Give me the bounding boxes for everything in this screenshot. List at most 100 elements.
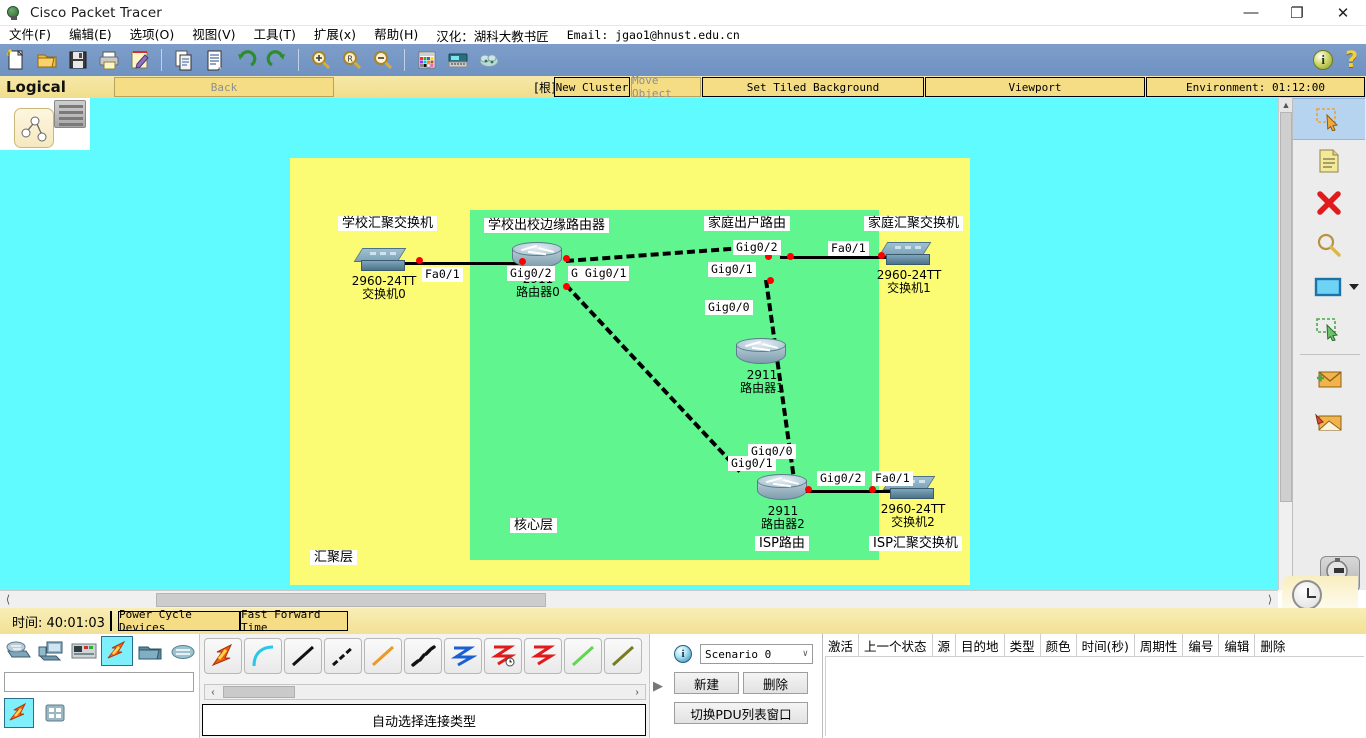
home-aggregation-switch[interactable]: 2960-24TT 交换机1 [877,242,941,295]
horizontal-scroll-track[interactable] [16,592,1262,608]
connections-scroll-right[interactable]: › [629,687,645,698]
minimize-button[interactable]: — [1228,0,1274,26]
redo-icon[interactable] [262,46,291,74]
copper-straight-icon[interactable] [284,638,322,674]
power-cycle-devices-button[interactable]: Power Cycle Devices [118,608,240,634]
simple-pdu-tool[interactable] [1293,359,1365,401]
copper-crossover-icon[interactable] [324,638,362,674]
coaxial-icon[interactable] [444,638,482,674]
delete-tool[interactable] [1293,182,1365,224]
pdu-col-active[interactable]: 激活 [823,634,860,656]
inspect-tool[interactable] [1293,224,1365,266]
physical-view-stack-icon[interactable] [54,100,86,128]
device-search-input[interactable] [4,672,194,692]
isp-aggregation-switch-note[interactable]: ISP汇聚交换机 [869,536,962,551]
print-icon[interactable] [94,46,123,74]
save-icon[interactable] [63,46,92,74]
phone-cable-icon[interactable] [404,638,442,674]
scroll-left-arrow[interactable]: ⟨ [0,593,16,606]
set-tiled-background-button[interactable]: Set Tiled Background [702,77,924,97]
pdu-col-color[interactable]: 颜色 [1041,634,1077,656]
copy-icon[interactable] [169,46,198,74]
fast-forward-time-button[interactable]: Fast Forward Time [240,608,348,634]
canvas-horizontal-scrollbar[interactable]: ⟨ ⟩ [0,590,1278,608]
scroll-up-arrow[interactable]: ▲ [1279,98,1293,112]
complex-pdu-tool[interactable] [1293,401,1365,443]
multiuser-cloud-icon[interactable] [167,636,199,666]
network-cloud-icon[interactable] [474,46,503,74]
toggle-pdu-list-button[interactable]: 切换PDU列表窗口 [674,702,808,724]
pdu-col-time[interactable]: 时间(秒) [1077,634,1135,656]
zoom-out-icon[interactable] [368,46,397,74]
menu-extensions[interactable]: 扩展(x) [305,26,365,44]
serial-dte-icon[interactable] [524,638,562,674]
pdu-col-type[interactable]: 类型 [1005,634,1041,656]
panel-expander-arrow[interactable]: ▶ [650,634,666,738]
environment-button[interactable]: Environment: 01:12:00 [1146,77,1365,97]
resize-shape-tool[interactable] [1293,308,1365,350]
new-scenario-button[interactable]: 新建 [674,672,739,694]
pdu-col-periodic[interactable]: 周期性 [1135,634,1184,656]
select-tool[interactable] [1293,98,1365,140]
auto-connection-icon[interactable] [204,638,242,674]
zoom-in-icon[interactable] [306,46,335,74]
octal-icon[interactable] [564,638,602,674]
close-button[interactable]: ✕ [1320,0,1366,26]
canvas-vertical-scrollbar[interactable]: ▲ [1278,98,1293,590]
menu-file[interactable]: 文件(F) [0,26,60,44]
zoom-reset-icon[interactable]: R [337,46,366,74]
console-cable-icon[interactable] [244,638,282,674]
pdu-col-delete[interactable]: 删除 [1255,634,1290,656]
palette-icon[interactable] [412,46,441,74]
vertical-scroll-thumb[interactable] [1280,112,1292,502]
network-devices-icon[interactable] [2,636,34,666]
new-cluster-button[interactable]: New Cluster [554,77,630,97]
info-icon[interactable]: i [1313,50,1334,70]
paste-icon[interactable] [200,46,229,74]
home-edge-router[interactable]: 2911 路由器1 [736,338,788,395]
pdu-col-edit[interactable]: 编辑 [1219,634,1256,656]
isp-router[interactable]: 2911 路由器2 [757,474,809,531]
end-devices-icon[interactable] [35,636,67,666]
menu-help[interactable]: 帮助(H) [365,26,427,44]
horizontal-scroll-thumb[interactable] [156,592,546,607]
move-object-button[interactable]: Move Object [631,74,701,100]
delete-scenario-button[interactable]: 删除 [743,672,808,694]
chevron-down-icon[interactable] [1349,284,1359,290]
home-aggregation-switch-note[interactable]: 家庭汇聚交换机 [864,216,964,231]
fiber-icon[interactable] [364,638,402,674]
maximize-button[interactable]: ❐ [1274,0,1320,26]
activity-wizard-icon[interactable] [125,46,154,74]
place-note-tool[interactable] [1293,140,1365,182]
components-icon[interactable] [68,636,100,666]
menu-view[interactable]: 视图(V) [183,26,244,44]
pdu-col-destination[interactable]: 目的地 [956,634,1005,656]
grid-sub-icon[interactable] [40,698,70,728]
pdu-col-last-status[interactable]: 上一个状态 [859,634,933,656]
connections-sub-icon[interactable] [4,698,34,728]
connections-scroll-thumb[interactable] [223,686,295,698]
help-icon[interactable]: ? [1345,48,1358,73]
new-file-icon[interactable] [1,46,30,74]
menu-edit[interactable]: 编辑(E) [60,26,121,44]
connections-scrollbar[interactable]: ‹ › [204,684,646,700]
undo-icon[interactable] [231,46,260,74]
scenario-dropdown[interactable]: Scenario 0 ∨ [700,644,813,664]
school-aggregation-switch[interactable]: 2960-24TT 交换机0 [352,248,416,301]
pdu-col-number[interactable]: 编号 [1183,634,1220,656]
connections-scroll-left[interactable]: ‹ [205,687,221,698]
scenario-info-icon[interactable]: i [674,645,692,663]
scroll-right-arrow[interactable]: ⟩ [1262,593,1278,606]
iot-custom-icon[interactable] [604,638,642,674]
menu-options[interactable]: 选项(O) [121,26,184,44]
logical-workspace-canvas[interactable]: 2960-24TT 交换机0 学校汇聚交换机 Fa0/1 2911 路由器0 学… [0,98,1278,590]
connections-icon[interactable] [101,636,133,666]
draw-shape-tool[interactable] [1293,266,1365,308]
school-edge-router-note[interactable]: 学校出校边缘路由器 [484,218,610,233]
miscellaneous-icon[interactable] [134,636,166,666]
custom-device-icon[interactable] [443,46,472,74]
home-edge-router-note[interactable]: 家庭出户路由 [704,216,791,231]
logical-view-icon[interactable] [14,108,54,148]
viewport-button[interactable]: Viewport [925,77,1145,97]
pdu-col-source[interactable]: 源 [933,634,957,656]
